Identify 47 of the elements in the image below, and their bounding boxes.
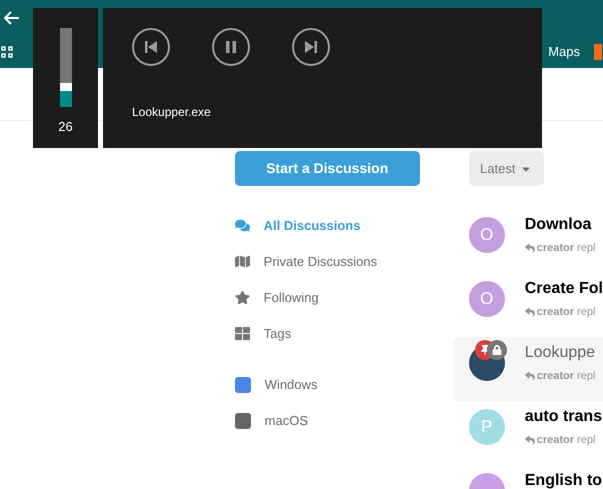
app-name: Lookupper.exe bbox=[132, 104, 212, 121]
discussion-meta: creator repl bbox=[536, 369, 596, 384]
avatar: O bbox=[468, 217, 505, 253]
sort-dropdown[interactable]: Latest bbox=[468, 151, 544, 186]
start-discussion-button[interactable]: Start a Discussion bbox=[234, 151, 420, 186]
nav-item[interactable]: Private Discussions bbox=[234, 251, 420, 272]
grid-icon bbox=[234, 326, 250, 341]
discussion-title: English to bbox=[524, 473, 602, 489]
discussion-title: Lookuppe bbox=[524, 345, 596, 361]
discussion-title: Create Fol bbox=[524, 281, 603, 297]
volume-reading: 26 bbox=[58, 118, 73, 136]
next-track-button[interactable] bbox=[292, 28, 330, 66]
reply-icon bbox=[524, 371, 535, 382]
discussion-row[interactable]: English to bbox=[454, 465, 603, 489]
volume-thumb[interactable] bbox=[60, 82, 72, 91]
nav-item[interactable]: Following bbox=[234, 287, 420, 308]
previous-icon bbox=[144, 40, 158, 54]
previous-track-button[interactable] bbox=[132, 28, 170, 66]
map-icon bbox=[234, 254, 250, 269]
reply-icon bbox=[524, 307, 535, 318]
next-icon bbox=[304, 40, 318, 54]
discussion-row[interactable]: O Create Fol creator repl bbox=[454, 273, 603, 337]
tag-item[interactable]: Windows bbox=[234, 374, 420, 395]
discussion-title: Downloa bbox=[524, 217, 592, 233]
discussion-row[interactable]: O Downloa creator repl bbox=[454, 209, 603, 273]
nav-item[interactable]: Tags bbox=[234, 323, 420, 344]
extension-icon[interactable] bbox=[594, 44, 602, 60]
play-pause-button[interactable] bbox=[212, 28, 250, 66]
nav-item[interactable]: All Discussions bbox=[234, 215, 420, 236]
reply-icon bbox=[524, 435, 535, 446]
discussion-title: auto trans bbox=[524, 409, 602, 425]
discussion-meta: creator repl bbox=[536, 433, 596, 448]
star-icon bbox=[234, 290, 250, 305]
reply-icon bbox=[524, 243, 535, 254]
volume-track[interactable] bbox=[60, 28, 72, 107]
discussion-row[interactable]: Lookuppe creator repl bbox=[454, 337, 603, 401]
avatar: O bbox=[468, 281, 505, 317]
apps-grid-icon[interactable] bbox=[1, 46, 13, 58]
tag-item[interactable]: macOS bbox=[234, 410, 420, 431]
chat-bubbles-icon bbox=[234, 218, 250, 233]
bookmark[interactable]: Maps bbox=[548, 42, 580, 62]
discussion-meta: creator repl bbox=[536, 241, 596, 256]
discussion-meta: creator repl bbox=[536, 305, 596, 320]
discussion-row[interactable]: P auto trans creator repl bbox=[454, 401, 603, 465]
avatar: P bbox=[468, 409, 505, 445]
back-arrow-icon[interactable] bbox=[4, 10, 20, 24]
lock-icon bbox=[492, 345, 502, 355]
